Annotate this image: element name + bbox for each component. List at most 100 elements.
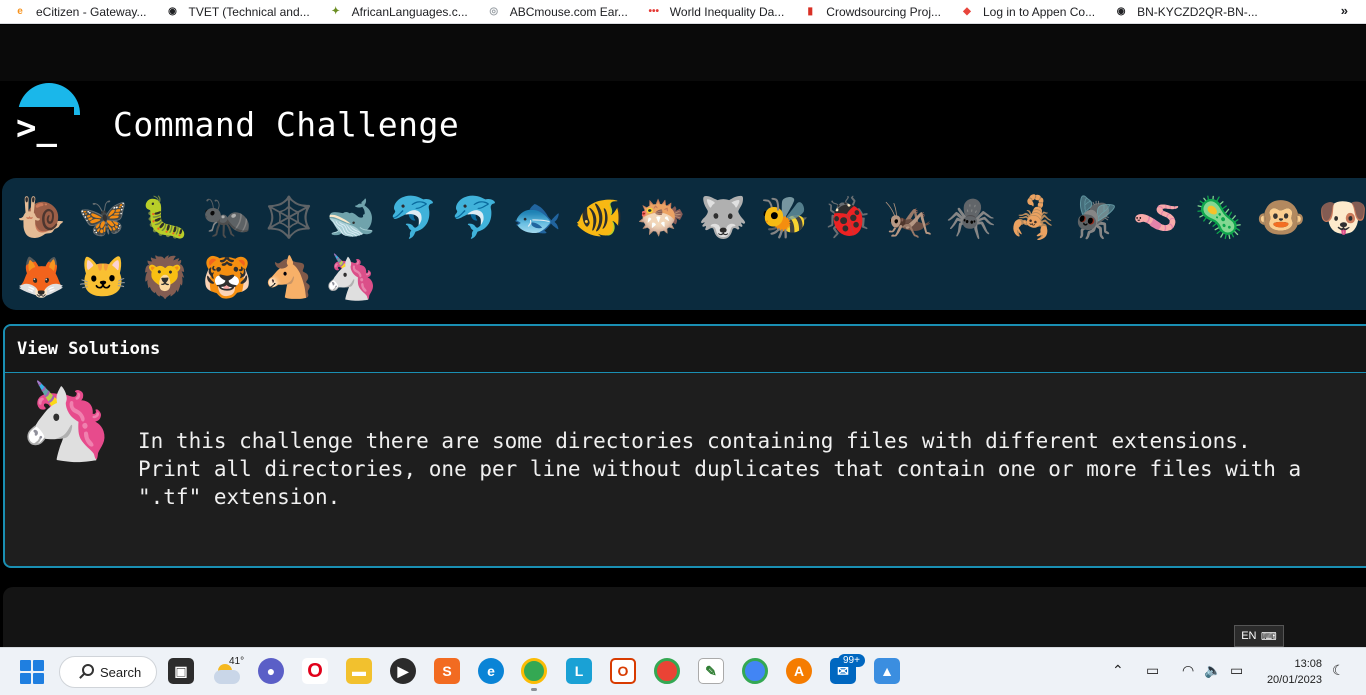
challenge-animal-icon[interactable]: 🐬 xyxy=(382,188,444,248)
bookmark-label: TVET (Technical and... xyxy=(188,4,310,19)
challenge-animal-icon[interactable]: 🪰 xyxy=(1064,188,1126,248)
mouse-icon: ◎ xyxy=(489,6,499,17)
challenge-animal-icon[interactable]: 🐬 xyxy=(444,188,506,248)
taskbar-search[interactable]: Search xyxy=(59,656,157,688)
bookmark-item[interactable]: ••• World Inequality Da... xyxy=(646,4,785,20)
sublime-text-icon[interactable]: S xyxy=(434,658,460,684)
office-icon[interactable]: O xyxy=(610,658,636,684)
chrome-profile-icon[interactable] xyxy=(742,658,768,684)
weather-widget[interactable]: 41° xyxy=(212,656,246,688)
appen-icon: ◆ xyxy=(963,6,971,17)
terminal-card xyxy=(3,587,1366,647)
opera-icon[interactable]: O xyxy=(302,658,328,684)
challenge-animal-icon[interactable]: 🐜 xyxy=(196,188,258,248)
bookmark-item[interactable]: ◉ BN-KYCZD2QR-BN-... xyxy=(1113,4,1258,20)
notifications-icon[interactable]: ☾ xyxy=(1332,662,1345,679)
display-icon[interactable]: ▭ xyxy=(1146,662,1159,679)
page: >_ Command Challenge 🐌 🦋 🐛 🐜 🕸️ 🐋 🐬 🐬 🐟 🐠 🐡 🐺 🐝 🐞 🦗 🕷️ 🦂… xyxy=(0,25,1366,647)
challenge-animal-icon[interactable]: 🦋 xyxy=(72,188,134,248)
language-label: EN xyxy=(1241,630,1257,642)
edge-icon[interactable]: e xyxy=(478,658,504,684)
file-explorer-icon[interactable]: ▬ xyxy=(346,658,372,684)
bookmark-item[interactable]: ▮ Crowdsourcing Proj... xyxy=(802,4,941,20)
bookmark-label: Log in to Appen Co... xyxy=(983,4,1096,19)
bookmark-item[interactable]: e eCitizen - Gateway... xyxy=(12,4,146,20)
challenge-animal-icon[interactable]: 🐟 xyxy=(506,188,568,248)
windows-logo-tile xyxy=(20,673,31,684)
bookmark-label: Crowdsourcing Proj... xyxy=(826,4,941,19)
bookmark-item[interactable]: ◆ Log in to Appen Co... xyxy=(959,4,1095,20)
bookmark-label: eCitizen - Gateway... xyxy=(36,4,147,19)
challenge-animal-icon[interactable]: 🕷️ xyxy=(940,188,1002,248)
challenge-animal-icon[interactable]: 🐴 xyxy=(258,248,320,308)
windows-logo-tile xyxy=(33,660,44,671)
challenge-animal-icon[interactable]: 🐝 xyxy=(754,188,816,248)
challenge-animal-icon[interactable]: 🐋 xyxy=(320,188,382,248)
chrome-profile-icon[interactable] xyxy=(654,658,680,684)
battery-icon[interactable]: ▭ xyxy=(1230,662,1243,679)
avast-icon[interactable]: A xyxy=(786,658,812,684)
bookmark-item[interactable]: ◉ TVET (Technical and... xyxy=(164,4,310,20)
bookmark-label: ABCmouse.com Ear... xyxy=(509,4,628,19)
challenge-animal-icon[interactable]: 🐶 xyxy=(1312,188,1366,248)
running-indicator xyxy=(531,688,537,691)
challenge-description: In this challenge there are some directo… xyxy=(138,429,1302,509)
challenge-animal-icon[interactable]: 🕸️ xyxy=(258,188,320,248)
search-icon xyxy=(82,664,94,676)
page-title: Command Challenge xyxy=(113,105,460,144)
challenge-animal-icon[interactable]: 🐛 xyxy=(134,188,196,248)
globe-icon: ◉ xyxy=(168,6,177,17)
taskbar: Search ▣ 41° ● O ▬ ▶ S e L O ✎ A ✉ 99+ ▲… xyxy=(0,647,1366,695)
bookmark-label: World Inequality Da... xyxy=(669,4,785,19)
bookmarks-bar: e eCitizen - Gateway... ◉ TVET (Technical a… xyxy=(0,0,1366,24)
globe-icon: ◉ xyxy=(1116,6,1126,17)
teams-chat-icon[interactable]: ● xyxy=(258,658,284,684)
bookmark-item[interactable]: ◎ ABCmouse.com Ear... xyxy=(486,4,628,20)
mail-badge: 99+ xyxy=(838,654,865,667)
bookmark-label: AfricanLanguages.c... xyxy=(351,4,468,19)
chevron-up-icon[interactable]: ⌃ xyxy=(1112,662,1124,679)
temperature: 41° xyxy=(229,656,245,667)
photos-icon[interactable]: ▲ xyxy=(874,658,900,684)
terminal-prompt-icon: >_ xyxy=(14,107,74,149)
task-view-icon[interactable]: ▣ xyxy=(168,658,194,684)
challenge-animal-icon[interactable]: 🐌 xyxy=(10,188,72,248)
challenge-animal-icon[interactable]: 🦁 xyxy=(134,248,196,308)
clock[interactable]: 13:08 20/01/2023 xyxy=(1267,656,1322,688)
challenge-animal-icon[interactable]: 🪱 xyxy=(1126,188,1188,248)
time: 13:08 xyxy=(1294,658,1322,670)
app-logo[interactable]: >_ xyxy=(14,83,80,149)
challenge-animal-icon[interactable]: 🦄 xyxy=(320,248,382,308)
top-strip xyxy=(0,25,1366,81)
volume-icon[interactable]: 🔈 xyxy=(1204,662,1221,679)
challenge-animal-icon[interactable]: 🐞 xyxy=(816,188,878,248)
challenge-animal-icon[interactable]: 🦠 xyxy=(1188,188,1250,248)
solutions-panel: View Solutions 🦄 In this challenge there… xyxy=(3,324,1366,568)
challenge-animal-icon[interactable]: 🐱 xyxy=(72,248,134,308)
bookmarks-more-button[interactable]: » xyxy=(1341,3,1348,18)
language-indicator[interactable]: EN ⌨ xyxy=(1234,625,1284,647)
keyboard-icon: ⌨ xyxy=(1260,630,1277,643)
notepad-chart-icon[interactable]: ✎ xyxy=(698,658,724,684)
challenge-animal-icon[interactable]: 🐡 xyxy=(630,188,692,248)
media-player-icon[interactable]: ▶ xyxy=(390,658,416,684)
challenge-animal-icon[interactable]: 🦂 xyxy=(1002,188,1064,248)
bookmark-item[interactable]: ✦ AfricanLanguages.c... xyxy=(328,4,468,20)
start-button[interactable] xyxy=(20,660,44,684)
windows-logo-tile xyxy=(20,660,31,671)
challenge-progress-bar: 🐌 🦋 🐛 🐜 🕸️ 🐋 🐬 🐬 🐟 🐠 🐡 🐺 🐝 🐞 🦗 🕷️ 🦂 🪰 🪱 🦠 🐵 🐶 🦊 🐱 🦁 🐯 🐴 🦄 xyxy=(2,178,1366,310)
lingq-icon[interactable]: L xyxy=(566,658,592,684)
wifi-icon[interactable]: ◠ xyxy=(1182,662,1194,679)
search-label: Search xyxy=(100,664,142,680)
challenge-animal-icon[interactable]: 🦊 xyxy=(10,248,72,308)
challenge-animal-icon[interactable]: 🐯 xyxy=(196,248,258,308)
chrome-icon[interactable] xyxy=(521,658,547,684)
view-solutions-toggle[interactable]: View Solutions xyxy=(5,326,1366,373)
challenge-animal-icon[interactable]: 🐺 xyxy=(692,188,754,248)
dots-icon: ••• xyxy=(648,6,660,17)
challenge-animal-icon[interactable]: 🦗 xyxy=(878,188,940,248)
challenge-animal-icon[interactable]: 🐵 xyxy=(1250,188,1312,248)
challenge-animal-icon[interactable]: 🐠 xyxy=(568,188,630,248)
africa-icon: ✦ xyxy=(331,6,340,17)
crowd-icon: ▮ xyxy=(807,6,814,17)
